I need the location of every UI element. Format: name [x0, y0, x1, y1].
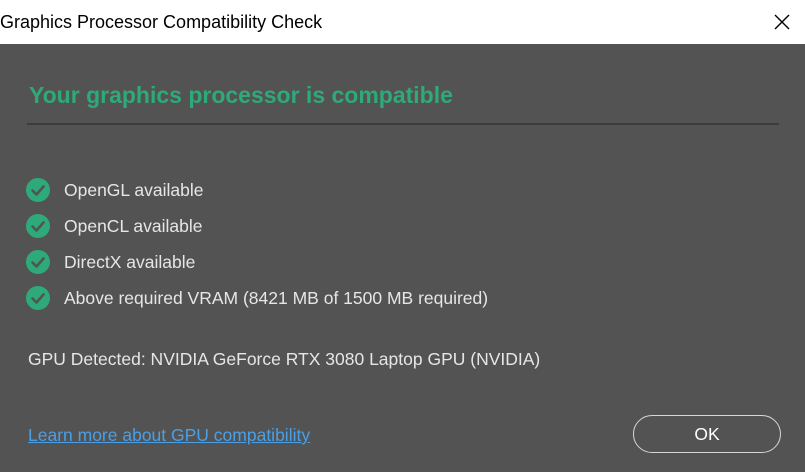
gpu-detected-text: GPU Detected: NVIDIA GeForce RTX 3080 La…	[28, 349, 541, 369]
check-circle-icon	[26, 214, 50, 238]
learn-more-link[interactable]: Learn more about GPU compatibility	[28, 425, 310, 446]
check-label: Above required VRAM (8421 MB of 1500 MB …	[64, 287, 489, 308]
close-button[interactable]	[759, 0, 805, 44]
close-icon	[774, 14, 790, 30]
check-label: OpenCL available	[64, 215, 203, 236]
check-circle-icon	[26, 250, 50, 274]
check-label: OpenGL available	[64, 179, 204, 200]
ok-button[interactable]: OK	[633, 415, 781, 453]
title-bar[interactable]: Graphics Processor Compatibility Check	[0, 0, 805, 44]
check-item-directx: DirectX available	[26, 244, 488, 280]
divider	[27, 123, 779, 125]
window-title: Graphics Processor Compatibility Check	[0, 12, 323, 32]
compatibility-headline: Your graphics processor is compatible	[29, 82, 453, 108]
check-label: DirectX available	[64, 251, 196, 272]
check-item-vram: Above required VRAM (8421 MB of 1500 MB …	[26, 280, 488, 316]
check-circle-icon	[26, 286, 50, 310]
check-circle-icon	[26, 178, 50, 202]
compatibility-dialog: Graphics Processor Compatibility Check Y…	[0, 0, 805, 472]
check-item-opencl: OpenCL available	[26, 208, 488, 244]
check-item-opengl: OpenGL available	[26, 172, 488, 208]
check-list: OpenGL available OpenCL available Direct…	[26, 172, 488, 316]
